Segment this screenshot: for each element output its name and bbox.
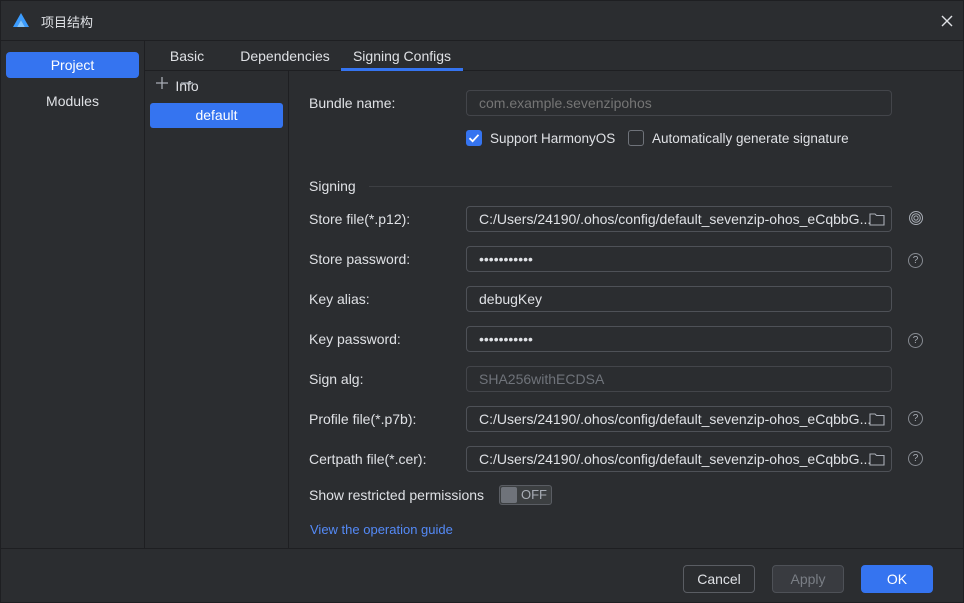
checkmark-icon — [468, 134, 480, 143]
key-alias-input[interactable]: debugKey — [466, 286, 892, 312]
sign-alg-label: Sign alg: — [309, 371, 364, 387]
sign-alg-input: SHA256withECDSA — [466, 366, 892, 392]
key-password-help-icon[interactable]: ? — [908, 333, 923, 348]
toggle-knob — [501, 487, 517, 503]
profile-file-value: C:/Users/24190/.ohos/config/default_seve… — [479, 411, 872, 427]
signing-config-list: default — [145, 71, 289, 548]
profile-file-label: Profile file(*.p7b): — [309, 411, 417, 427]
key-password-value: ••••••••••• — [479, 331, 533, 347]
bundle-name-input[interactable] — [466, 90, 892, 116]
profile-file-input[interactable]: C:/Users/24190/.ohos/config/default_seve… — [466, 406, 892, 432]
key-password-input[interactable]: ••••••••••• — [466, 326, 892, 352]
tab-bar: Basic Info Dependencies Signing Configs — [145, 41, 963, 94]
tab-dependencies[interactable]: Dependencies — [240, 41, 330, 71]
certpath-file-help-icon[interactable]: ? — [908, 451, 923, 466]
tab-signing-configs[interactable]: Signing Configs — [341, 41, 463, 71]
deveco-logo-icon — [13, 13, 29, 27]
restricted-permissions-toggle[interactable]: OFF — [499, 485, 552, 505]
restricted-permissions-label: Show restricted permissions — [309, 487, 485, 503]
window-title: 项目结构 — [41, 15, 94, 30]
support-harmonyos-label[interactable]: Support HarmonyOS — [490, 131, 615, 146]
signing-section-title: Signing — [309, 178, 356, 194]
remove-icon[interactable] — [179, 75, 195, 91]
auto-generate-signature-checkbox[interactable] — [628, 130, 644, 146]
store-password-help-icon[interactable]: ? — [908, 253, 923, 268]
store-password-label: Store password: — [309, 251, 411, 267]
store-file-value: C:/Users/24190/.ohos/config/default_seve… — [479, 211, 872, 227]
sidebar-item-project[interactable]: Project — [6, 52, 139, 78]
fingerprint-icon[interactable] — [908, 210, 924, 226]
cancel-button[interactable]: Cancel — [683, 565, 755, 593]
store-file-input[interactable]: C:/Users/24190/.ohos/config/default_seve… — [466, 206, 892, 232]
config-item-default[interactable]: default — [150, 103, 283, 128]
folder-icon[interactable] — [869, 212, 885, 226]
key-alias-label: Key alias: — [309, 291, 370, 307]
sign-alg-value: SHA256withECDSA — [479, 371, 605, 387]
key-password-label: Key password: — [309, 331, 401, 347]
bundle-name-label: Bundle name: — [309, 95, 396, 111]
apply-button[interactable]: Apply — [772, 565, 844, 593]
store-file-label: Store file(*.p12): — [309, 211, 411, 227]
tab-basic-info[interactable]: Basic Info — [157, 41, 217, 94]
close-icon[interactable] — [937, 11, 957, 31]
toggle-state-text: OFF — [521, 487, 547, 502]
ok-button[interactable]: OK — [861, 565, 933, 593]
add-icon[interactable] — [154, 75, 170, 91]
folder-icon[interactable] — [869, 412, 885, 426]
section-divider — [369, 186, 892, 187]
certpath-file-label: Certpath file(*.cer): — [309, 451, 427, 467]
key-alias-value: debugKey — [479, 291, 543, 307]
store-password-value: ••••••••••• — [479, 251, 533, 267]
auto-generate-signature-label[interactable]: Automatically generate signature — [652, 131, 849, 146]
sidebar: Project Modules — [1, 41, 145, 548]
operation-guide-link[interactable]: View the operation guide — [310, 522, 453, 537]
profile-file-help-icon[interactable]: ? — [908, 411, 923, 426]
certpath-file-input[interactable]: C:/Users/24190/.ohos/config/default_seve… — [466, 446, 892, 472]
sidebar-item-modules[interactable]: Modules — [6, 88, 139, 114]
project-structure-dialog: 项目结构 Project Modules Basic Info Dependen… — [0, 0, 964, 603]
certpath-file-value: C:/Users/24190/.ohos/config/default_seve… — [479, 451, 872, 467]
folder-icon[interactable] — [869, 452, 885, 466]
store-password-input[interactable]: ••••••••••• — [466, 246, 892, 272]
title-bar: 项目结构 — [1, 1, 963, 41]
support-harmonyos-checkbox[interactable] — [466, 130, 482, 146]
